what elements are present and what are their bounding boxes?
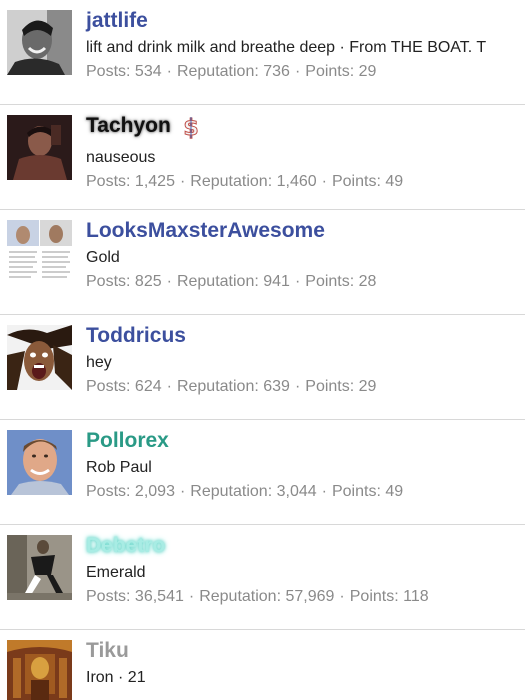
points-label: Points: xyxy=(305,273,355,290)
reputation-label: Reputation: xyxy=(190,173,273,190)
avatar[interactable] xyxy=(7,10,72,75)
member-row: LooksMaxsterAwesome Gold Posts: 825 · Repu… xyxy=(0,210,525,315)
member-stats: Posts: 2,093 · Reputation: 3,044 · Points: 4… xyxy=(86,482,525,502)
reputation-count: 941 xyxy=(263,273,290,290)
member-tagline: lift and drink milk and breathe deep · F… xyxy=(86,39,487,56)
document-collage-icon xyxy=(7,220,72,285)
separator: · xyxy=(339,588,345,605)
member-stats: Posts: 36,541 · Reputation: 57,969 · Points:… xyxy=(86,587,525,607)
points-count: 49 xyxy=(385,483,404,500)
dollar-icon[interactable]: $ xyxy=(182,115,200,144)
avatar[interactable] xyxy=(7,115,72,180)
running-figure-photo-icon xyxy=(7,535,72,600)
reputation-count: 736 xyxy=(263,63,290,80)
member-tagline: nauseous xyxy=(86,149,156,166)
avatar[interactable] xyxy=(7,640,72,700)
reputation-count: 639 xyxy=(263,378,290,395)
member-tagline: Gold xyxy=(86,249,120,266)
member-row: jattlife lift and drink milk and breathe… xyxy=(0,0,525,105)
separator: · xyxy=(188,588,195,605)
avatar[interactable] xyxy=(7,430,72,495)
separator: · xyxy=(166,378,172,395)
member-row: Pollorex Rob Paul Posts: 2,093 · Reputatio… xyxy=(0,420,525,525)
posts-label: Posts: xyxy=(86,378,131,395)
separator: · xyxy=(321,173,327,190)
member-stats: Posts: 825 · Reputation: 941 · Points: 28 xyxy=(86,272,525,292)
posts-label: Posts: xyxy=(86,173,131,190)
username-link[interactable]: Toddricus xyxy=(86,323,186,349)
username-link[interactable]: Debetro xyxy=(86,533,165,559)
points-label: Points: xyxy=(305,378,355,395)
separator: · xyxy=(294,378,301,395)
points-label: Points: xyxy=(349,588,399,605)
posts-count: 1,425 xyxy=(134,173,175,190)
avatar[interactable] xyxy=(7,220,72,285)
member-row: Tiku Iron · 21 xyxy=(0,630,525,700)
ornate-figure-portrait-icon xyxy=(7,640,72,700)
points-label: Points: xyxy=(305,63,355,80)
separator: · xyxy=(166,63,172,80)
reputation-count: 57,969 xyxy=(285,588,335,605)
screaming-face-portrait-icon xyxy=(7,325,72,390)
avatar[interactable] xyxy=(7,325,72,390)
username-link[interactable]: Pollorex xyxy=(86,428,169,454)
separator: · xyxy=(321,483,327,500)
posts-count: 534 xyxy=(134,63,162,80)
member-tagline: Rob Paul xyxy=(86,459,152,476)
reputation-count: 3,044 xyxy=(276,483,317,500)
member-row: Toddricus hey Posts: 624 · Reputation: 639… xyxy=(0,315,525,420)
member-stats: Posts: 624 · Reputation: 639 · Points: 29 xyxy=(86,377,525,397)
username-link[interactable]: jattlife xyxy=(86,8,148,34)
man-smiling-portrait-icon xyxy=(7,10,72,75)
points-count: 28 xyxy=(358,273,377,290)
points-label: Points: xyxy=(331,173,381,190)
avatar[interactable] xyxy=(7,535,72,600)
points-label: Points: xyxy=(331,483,381,500)
member-tagline: hey xyxy=(86,354,112,371)
posts-label: Posts: xyxy=(86,483,131,500)
posts-count: 825 xyxy=(134,273,162,290)
member-row: Tachyon $ nauseous Posts: 1,425 · Reputati… xyxy=(0,105,525,210)
reputation-count: 1,460 xyxy=(276,173,317,190)
separator: · xyxy=(294,63,301,80)
member-stats: Posts: 1,425 · Reputation: 1,460 · Points: 4… xyxy=(86,172,525,192)
dollar-badge-icon: $ xyxy=(183,116,199,142)
points-count: 49 xyxy=(385,173,404,190)
member-tagline: Iron · 21 xyxy=(86,669,146,686)
posts-count: 624 xyxy=(134,378,162,395)
reputation-label: Reputation: xyxy=(190,483,273,500)
posts-label: Posts: xyxy=(86,588,131,605)
smiling-man-portrait-icon xyxy=(7,430,72,495)
member-stats: Posts: 534 · Reputation: 736 · Points: 29 xyxy=(86,62,525,82)
posts-label: Posts: xyxy=(86,273,131,290)
posts-count: 36,541 xyxy=(134,588,184,605)
member-tagline: Emerald xyxy=(86,564,146,581)
member-row: Debetro Emerald Posts: 36,541 · Reputation… xyxy=(0,525,525,630)
points-count: 118 xyxy=(403,588,429,605)
posts-count: 2,093 xyxy=(134,483,175,500)
separator: · xyxy=(179,483,186,500)
dark-figure-portrait-icon xyxy=(7,115,72,180)
reputation-label: Reputation: xyxy=(199,588,282,605)
reputation-label: Reputation: xyxy=(176,378,259,395)
separator: · xyxy=(294,273,301,290)
posts-label: Posts: xyxy=(86,63,131,80)
username-link[interactable]: LooksMaxsterAwesome xyxy=(86,218,325,244)
separator: · xyxy=(179,173,186,190)
member-list: jattlife lift and drink milk and breathe… xyxy=(0,0,525,700)
reputation-label: Reputation: xyxy=(176,63,259,80)
separator: · xyxy=(166,273,172,290)
reputation-label: Reputation: xyxy=(176,273,259,290)
points-count: 29 xyxy=(358,63,377,80)
username-link[interactable]: Tachyon xyxy=(86,113,171,139)
points-count: 29 xyxy=(358,378,377,395)
username-link[interactable]: Tiku xyxy=(86,638,129,664)
